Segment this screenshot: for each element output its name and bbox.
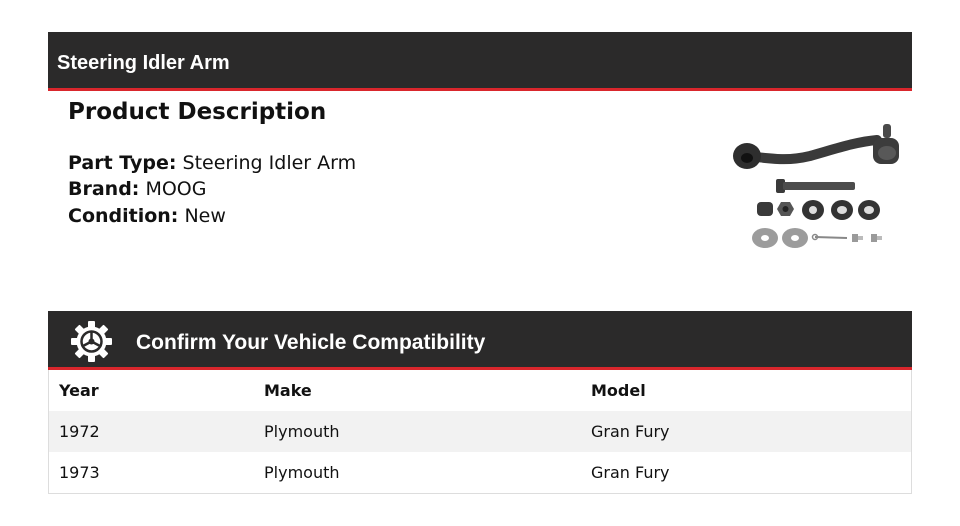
attribute-brand: Brand: MOOG	[68, 176, 206, 202]
product-title-bar: Steering Idler Arm	[48, 32, 912, 91]
compatibility-table: Year Make Model 1972 Plymouth Gran Fury …	[48, 370, 912, 494]
product-title: Steering Idler Arm	[57, 52, 230, 74]
cell-model: Gran Fury	[591, 422, 670, 441]
table-row: 1972 Plymouth Gran Fury	[49, 411, 911, 452]
attribute-value: New	[184, 205, 226, 227]
attribute-label: Condition:	[68, 205, 179, 227]
attribute-value: MOOG	[145, 178, 207, 200]
table-header-row: Year Make Model	[49, 370, 911, 411]
attribute-label: Brand:	[68, 178, 140, 200]
cell-year: 1972	[59, 422, 100, 441]
cell-make: Plymouth	[264, 422, 340, 441]
compatibility-title: Confirm Your Vehicle Compatibility	[136, 331, 486, 354]
gear-steering-wheel-icon	[70, 320, 113, 363]
column-header-year: Year	[59, 381, 99, 400]
cell-model: Gran Fury	[591, 463, 670, 482]
column-header-make: Make	[264, 381, 312, 400]
table-row: 1973 Plymouth Gran Fury	[49, 452, 911, 493]
product-description-heading: Product Description	[68, 99, 327, 125]
product-image	[733, 124, 899, 248]
attribute-label: Part Type:	[68, 152, 177, 174]
attribute-value: Steering Idler Arm	[182, 152, 357, 174]
cell-make: Plymouth	[264, 463, 340, 482]
attribute-part-type: Part Type: Steering Idler Arm	[68, 150, 356, 176]
column-header-model: Model	[591, 381, 646, 400]
compatibility-bar: Confirm Your Vehicle Compatibility	[48, 311, 912, 370]
cell-year: 1973	[59, 463, 100, 482]
attribute-condition: Condition: New	[68, 203, 226, 229]
